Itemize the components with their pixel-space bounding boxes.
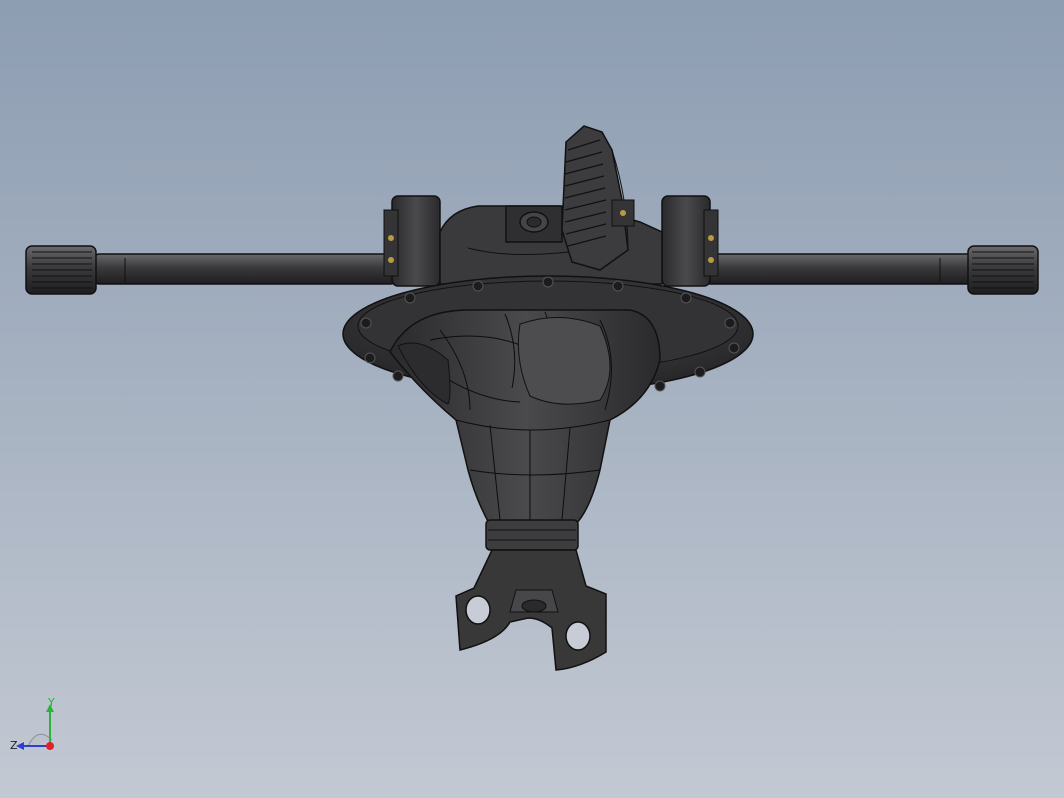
x-axis-dot-icon (46, 742, 54, 750)
differential-axle-assembly-model[interactable] (0, 0, 1064, 798)
ring-gear[interactable] (561, 125, 635, 271)
right-bearing-cap[interactable] (661, 195, 719, 287)
right-axle-shaft[interactable] (699, 245, 1039, 295)
z-axis-label: Z (10, 739, 18, 752)
orientation-triad: Y Z (10, 696, 55, 752)
left-axle-shaft[interactable] (25, 245, 396, 295)
pinion-yoke[interactable] (455, 549, 607, 671)
cad-viewport[interactable]: Y Z (0, 0, 1064, 798)
pinion-neck[interactable] (485, 519, 579, 551)
left-bearing-cap[interactable] (383, 195, 441, 287)
pinion-housing[interactable] (389, 309, 661, 526)
y-axis-label: Y (47, 696, 55, 709)
